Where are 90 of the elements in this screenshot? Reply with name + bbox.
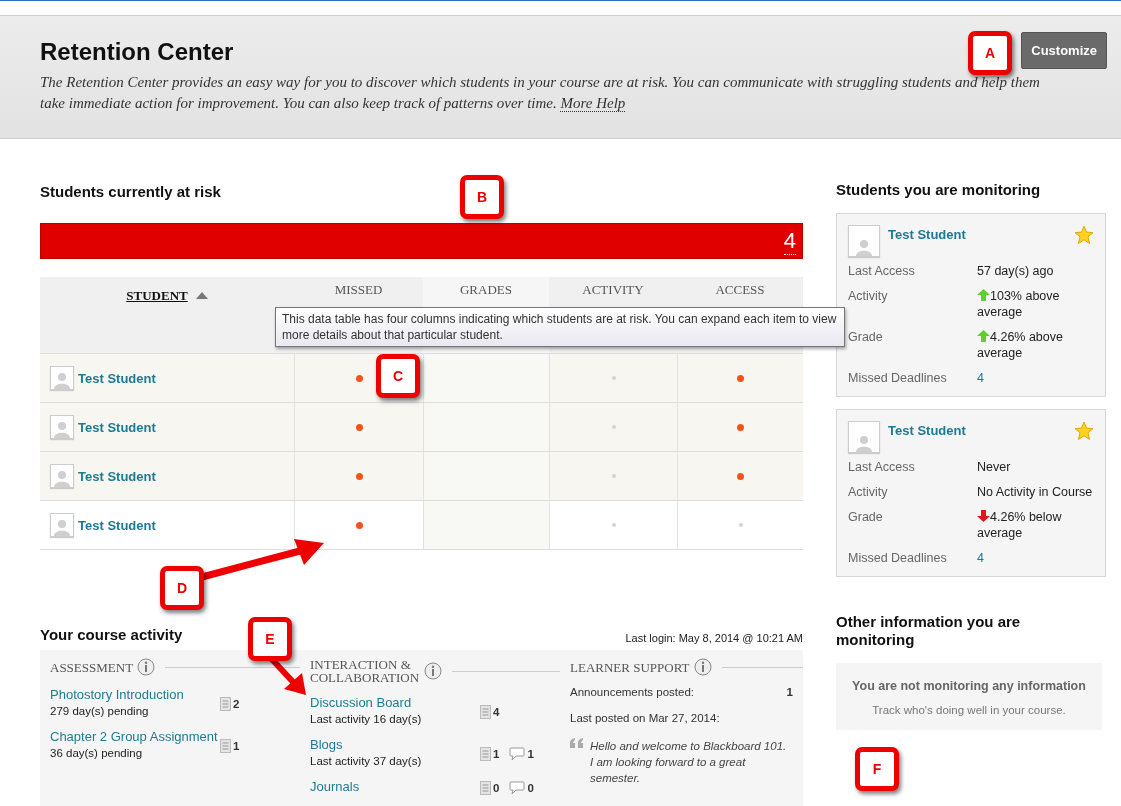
document-icon bbox=[480, 747, 491, 761]
field-label: Grade bbox=[848, 329, 884, 346]
callout-label: F bbox=[855, 747, 899, 791]
section-heading: Other information you are monitoring bbox=[836, 613, 1022, 649]
star-icon[interactable] bbox=[1074, 421, 1094, 441]
field-value: 4 bbox=[977, 370, 985, 386]
document-icon bbox=[480, 780, 491, 795]
callout-label: E bbox=[248, 617, 292, 661]
count-number: 0 bbox=[527, 781, 534, 794]
field-label: Missed Deadlines bbox=[848, 370, 948, 386]
section-heading: Students you are monitoring bbox=[836, 181, 1041, 199]
section-title: ASSESSMENT bbox=[50, 660, 134, 674]
info-icon[interactable] bbox=[137, 658, 156, 676]
field-value: 4.26% below average bbox=[977, 509, 1063, 541]
avatar-icon bbox=[53, 420, 71, 438]
table-row[interactable]: Test Student bbox=[40, 501, 803, 550]
activity-detail: Last activity 16 day(s) bbox=[310, 712, 423, 727]
activity-link[interactable]: Discussion Board bbox=[310, 694, 480, 711]
field-label: Activity bbox=[848, 484, 889, 500]
column-header[interactable]: GRADES bbox=[460, 282, 512, 297]
count-number: 4 bbox=[493, 706, 500, 718]
count-number: 1 bbox=[233, 740, 240, 752]
activity-link[interactable]: Blogs bbox=[310, 736, 480, 753]
count-number: 2 bbox=[233, 698, 240, 710]
field-value: 57 day(s) ago bbox=[977, 263, 1055, 279]
quote-icon bbox=[570, 738, 584, 748]
page-title: Retention Center bbox=[40, 38, 234, 66]
field-value: Never bbox=[977, 459, 1012, 475]
activity-detail: 279 day(s) pending bbox=[50, 704, 150, 719]
tooltip: This data table has four columns indicating which students are at risk. You can expand each item to view more details about that particular student. bbox=[275, 307, 845, 347]
column-header[interactable]: MISSED bbox=[334, 282, 383, 297]
student-link[interactable]: Test Student bbox=[78, 468, 156, 484]
student-link[interactable]: Test Student bbox=[888, 225, 1066, 242]
customize-button[interactable]: Customize bbox=[1021, 32, 1107, 69]
last-login: Last login: May 8, 2014 @ 10:21 AM bbox=[625, 632, 803, 644]
info-icon[interactable] bbox=[693, 658, 712, 676]
callout-label: A bbox=[968, 31, 1012, 75]
help-link[interactable]: More Help bbox=[560, 95, 626, 112]
student-link[interactable]: Test Student bbox=[78, 370, 156, 386]
field-value: 4.26% above average bbox=[977, 329, 1064, 361]
risk-count: 4 bbox=[783, 227, 796, 255]
section-heading: Students currently at risk bbox=[40, 183, 221, 201]
document-icon bbox=[220, 697, 231, 711]
comment-icon bbox=[509, 780, 526, 795]
activity-detail: Last activity 37 day(s) bbox=[310, 754, 423, 769]
count-number: 1 bbox=[527, 748, 534, 760]
field-value: 4 bbox=[977, 550, 985, 566]
callout-label: C bbox=[376, 354, 420, 398]
document-icon bbox=[220, 739, 231, 753]
student-link[interactable]: Test Student bbox=[888, 421, 1066, 438]
table-row[interactable]: Test Student bbox=[40, 403, 803, 452]
section-title: LEARNER SUPPORT bbox=[570, 660, 690, 674]
star-icon[interactable] bbox=[1074, 225, 1094, 245]
risk-bar[interactable]: 4 bbox=[40, 223, 803, 259]
avatar-icon bbox=[53, 371, 71, 389]
student-link[interactable]: Test Student bbox=[78, 419, 156, 435]
empty-text: Track who's doing well in your course. bbox=[872, 704, 1066, 716]
column-header[interactable]: ACCESS bbox=[715, 282, 765, 297]
column-header[interactable]: ACTIVITY bbox=[582, 282, 644, 297]
student-link[interactable]: Test Student bbox=[78, 517, 156, 533]
activity-link[interactable]: Chapter 2 Group Assignment bbox=[50, 728, 220, 745]
callout-label: D bbox=[160, 566, 204, 610]
avatar-icon bbox=[53, 469, 71, 487]
table-row[interactable]: Test Student bbox=[40, 452, 803, 501]
section-heading: Your course activity bbox=[40, 626, 183, 644]
field-value: 103% above average bbox=[977, 288, 1061, 320]
avatar-icon bbox=[53, 518, 71, 536]
count-number: 1 bbox=[786, 686, 793, 698]
activity-link[interactable]: Journals bbox=[310, 778, 480, 795]
column-header[interactable]: STUDENT bbox=[126, 288, 188, 304]
count-number: 0 bbox=[493, 781, 500, 794]
last-posted: Last posted on Mar 27, 2014: bbox=[570, 712, 720, 724]
field-value: No Activity in Course bbox=[977, 484, 1094, 500]
activity-detail: 36 day(s) pending bbox=[50, 746, 144, 761]
empty-title: You are not monitoring any information bbox=[852, 679, 1086, 693]
count-number: 1 bbox=[493, 748, 500, 760]
field-label: Activity bbox=[848, 288, 889, 305]
announcements-label: Announcements posted: bbox=[570, 686, 695, 698]
section-title: INTERACTION & COLLABORATION bbox=[310, 658, 420, 684]
comment-icon bbox=[509, 747, 526, 761]
announcement-quote: Hello and welcome to Blackboard 101. I am looking forward to a great semester. bbox=[590, 739, 788, 786]
document-icon bbox=[480, 705, 491, 719]
page-description: The Retention Center provides an easy way for you to discover which students in your course are at risk. You can communicate with struggling students and help them take immediate action for improvement. You can also keep track of patterns over time. More Help bbox=[40, 73, 1041, 114]
activity-link[interactable]: Photostory Introduction bbox=[50, 686, 220, 703]
field-label: Grade bbox=[848, 509, 884, 526]
field-label: Last Access bbox=[848, 459, 916, 475]
field-label: Last Access bbox=[848, 263, 916, 279]
callout-label: B bbox=[460, 175, 504, 219]
info-icon[interactable] bbox=[424, 662, 442, 680]
field-label: Missed Deadlines bbox=[848, 550, 948, 566]
